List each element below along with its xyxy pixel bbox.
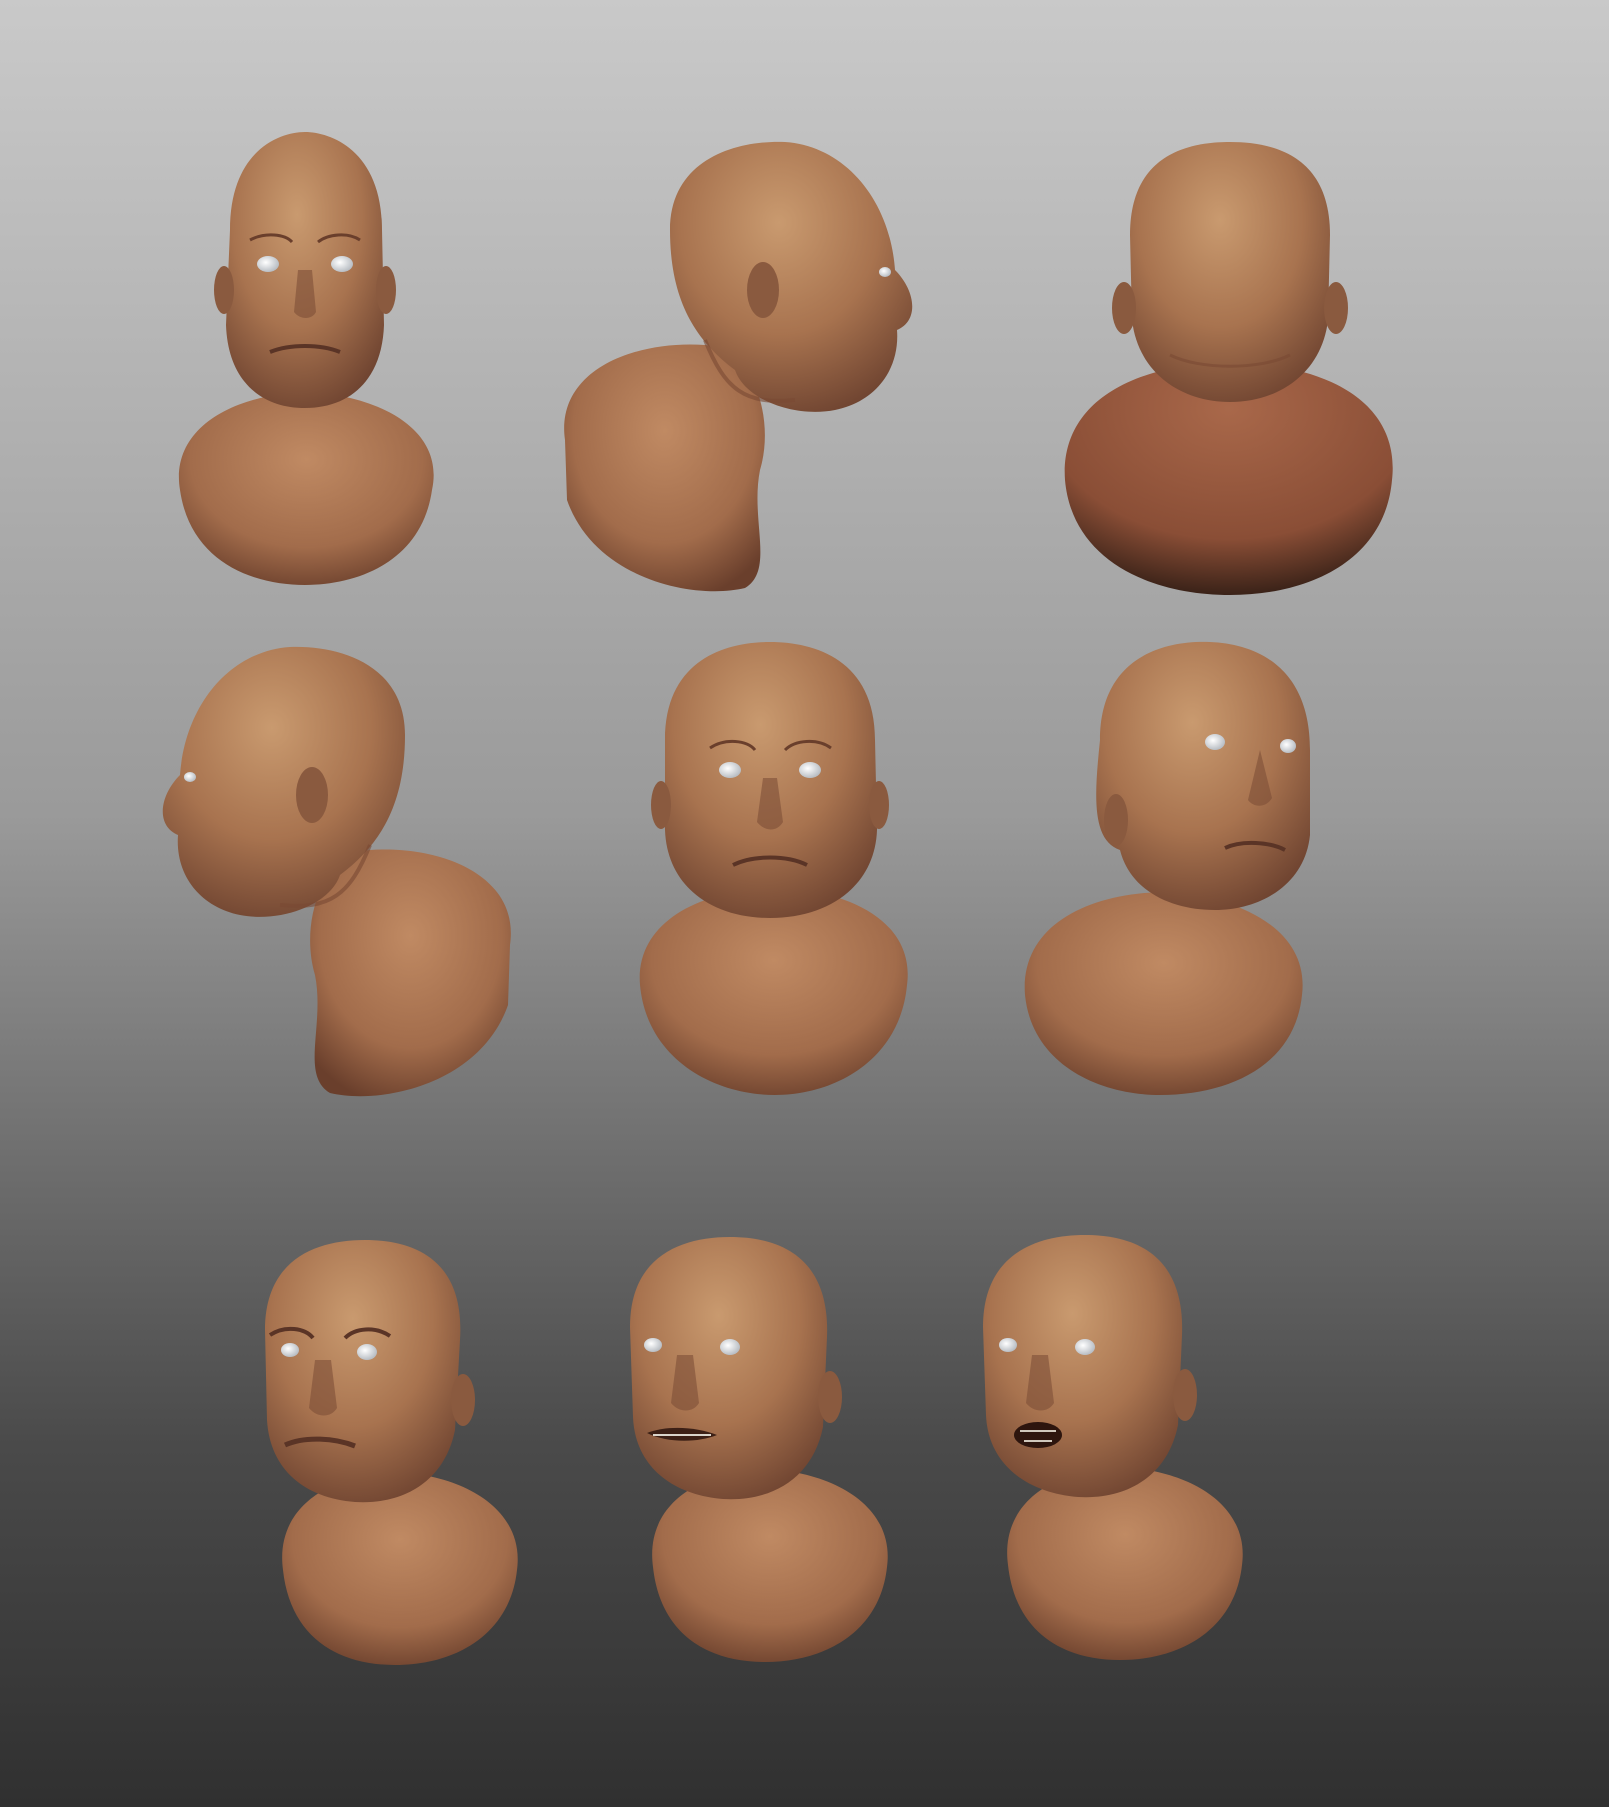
bust-expression-grimace (625, 1237, 905, 1667)
render-sheet (0, 0, 1609, 1807)
bust-expression-scowl (255, 1240, 535, 1670)
bust-back-view (1060, 140, 1400, 600)
bust-expression-open-mouth (980, 1235, 1260, 1665)
bust-front-view (160, 130, 450, 590)
bust-three-quarter-view (1020, 640, 1310, 1100)
bust-left-profile-view (120, 645, 530, 1105)
bust-right-profile-view (545, 140, 955, 600)
bust-front-view-lit (635, 640, 915, 1100)
